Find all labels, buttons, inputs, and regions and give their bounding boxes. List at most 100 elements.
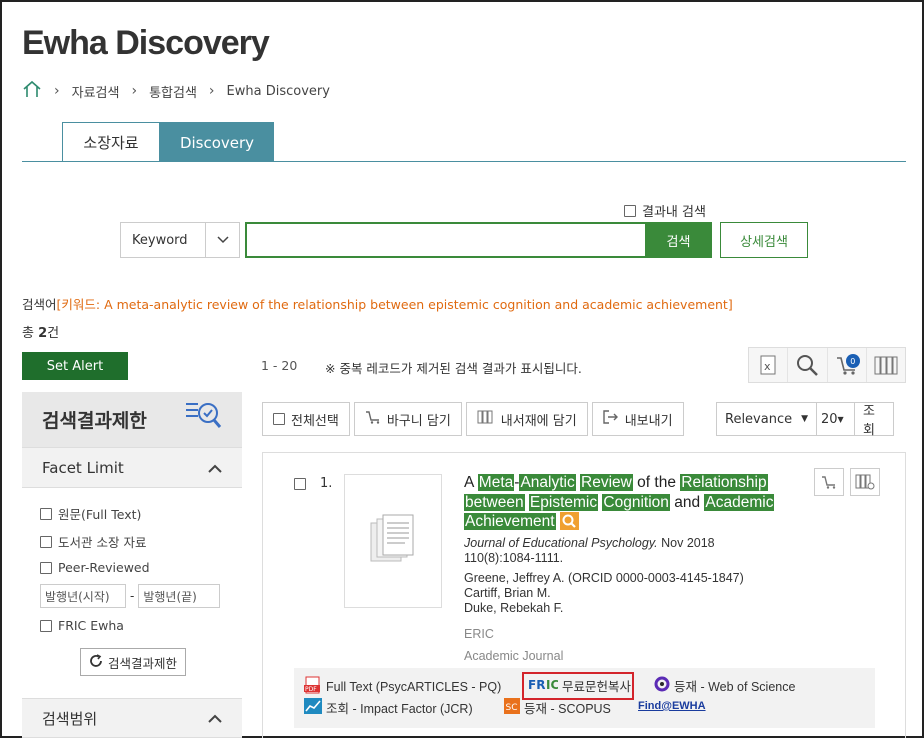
- journal-name: Journal of Educational Psychology.: [464, 536, 658, 550]
- select-all-label: 전체선택: [291, 413, 339, 429]
- dedupe-note: ※ 중복 레코드가 제거된 검색 결과가 표시됩니다.: [325, 361, 582, 376]
- chevron-up-icon[interactable]: [208, 459, 222, 477]
- breadcrumb-item[interactable]: Ewha Discovery: [227, 84, 330, 99]
- within-results-checkbox[interactable]: [624, 204, 636, 217]
- page-title: Ewha Discovery: [22, 24, 270, 62]
- search-within-results[interactable]: 결과내 검색: [624, 201, 706, 220]
- facet-option-label: 원문(Full Text): [58, 507, 142, 522]
- source-info: ERIC Academic Journal: [464, 623, 563, 667]
- facet-option[interactable]: 원문(Full Text): [40, 504, 224, 523]
- result-checkbox[interactable]: [294, 477, 306, 490]
- sort-select[interactable]: Relevance ▼: [717, 403, 817, 435]
- result-toolbar: 전체선택 바구니 담기 내서재에 담기 내보내기: [262, 402, 684, 436]
- result-shelf-button[interactable]: [850, 468, 880, 496]
- search-input[interactable]: [245, 222, 647, 258]
- full-text-link[interactable]: PDF Full Text (PsycARTICLES - PQ): [304, 676, 501, 697]
- add-to-cart-label: 바구니 담기: [386, 413, 451, 429]
- refresh-icon: [89, 653, 103, 671]
- chart-icon: [304, 698, 322, 717]
- advanced-search-button[interactable]: 상세검색: [720, 222, 808, 258]
- result-number: 1.: [294, 476, 332, 491]
- svg-text:SC: SC: [506, 703, 518, 713]
- sort-value: Relevance: [725, 411, 793, 427]
- facet-checkbox[interactable]: [40, 561, 52, 574]
- wos-link[interactable]: 등재 - Web of Science: [654, 676, 795, 695]
- total-prefix: 총: [22, 326, 39, 341]
- preview-search-icon[interactable]: [559, 511, 579, 530]
- facet-checkbox[interactable]: [40, 507, 52, 520]
- facet-panel-title: 검색결과제한: [42, 410, 147, 432]
- jcr-label: 조회 - Impact Factor (JCR): [326, 702, 473, 716]
- highlighted-term: Review: [580, 474, 633, 491]
- cart-icon[interactable]: 0: [828, 348, 867, 382]
- query-summary-label: 검색어: [22, 297, 57, 312]
- result-range: 1 - 20: [261, 358, 298, 373]
- tab-holdings[interactable]: 소장자료: [62, 122, 160, 162]
- search-scope-header[interactable]: 검색범위: [22, 698, 242, 738]
- search-icon[interactable]: [788, 348, 828, 382]
- scopus-link[interactable]: SC 등재 - SCOPUS: [504, 698, 611, 717]
- facet-option-label: 도서관 소장 자료: [58, 535, 147, 550]
- author: Cartiff, Brian M.: [464, 586, 551, 600]
- highlighted-term: Relationship: [680, 474, 768, 491]
- year-to-input[interactable]: 발행년(끝): [138, 584, 221, 608]
- volume-pages: 110(8):1084-1111.: [464, 551, 564, 565]
- author: Duke, Rebekah F.: [464, 601, 564, 615]
- result-title-text[interactable]: A Meta-Analytic Review of the Relationsh…: [464, 474, 775, 530]
- facet-panel-header: 검색결과제한: [22, 392, 242, 448]
- search-filter-icon: [184, 400, 222, 435]
- facet-option[interactable]: FRIC Ewha: [40, 618, 224, 633]
- caret-down-icon: ▼: [801, 414, 808, 424]
- export-button[interactable]: 내보내기: [591, 402, 684, 436]
- total-count: 총 2건: [22, 322, 59, 341]
- facet-option[interactable]: 도서관 소장 자료: [40, 532, 224, 551]
- select-all-checkbox[interactable]: [273, 413, 285, 425]
- highlighted-term: between: [464, 493, 525, 511]
- result-cart-button[interactable]: [814, 468, 844, 496]
- facet-panel: 검색결과제한 Facet Limit 원문(Full Text) 도서관 소장 …: [22, 392, 242, 738]
- year-dash: -: [130, 589, 135, 603]
- add-to-shelf-button[interactable]: 내서재에 담기: [465, 402, 588, 436]
- chevron-up-icon[interactable]: [208, 709, 222, 727]
- document-type: Academic Journal: [464, 649, 564, 663]
- title-fragment: A: [464, 474, 478, 491]
- facet-checkbox[interactable]: [40, 535, 52, 548]
- scopus-icon: SC: [504, 698, 520, 717]
- excel-export-icon[interactable]: x: [749, 348, 789, 382]
- query-summary-text: [키워드: A meta-analytic review of the rela…: [56, 297, 733, 312]
- facet-limit-header[interactable]: Facet Limit: [22, 448, 242, 488]
- add-to-cart-button[interactable]: 바구니 담기: [353, 402, 462, 436]
- per-page-select[interactable]: 20 ▼: [817, 403, 855, 435]
- tab-discovery[interactable]: Discovery: [160, 122, 274, 162]
- year-from-input[interactable]: 발행년(시작): [40, 584, 126, 608]
- search-button[interactable]: 검색: [645, 222, 712, 258]
- chevron-right-icon: ›: [131, 83, 138, 99]
- facet-checkbox[interactable]: [40, 619, 52, 632]
- apply-limit-button[interactable]: 검색결과제한: [80, 648, 186, 676]
- citation: Journal of Educational Psychology. Nov 2…: [464, 536, 715, 566]
- facet-option[interactable]: Peer-Reviewed: [40, 560, 224, 575]
- title-fragment: and: [669, 493, 705, 511]
- breadcrumb-item[interactable]: 통합검색: [149, 82, 197, 101]
- svg-text:x: x: [764, 360, 771, 373]
- set-alert-button[interactable]: Set Alert: [22, 352, 128, 380]
- result-title[interactable]: A Meta-Analytic Review of the Relationsh…: [464, 473, 804, 532]
- breadcrumb-item[interactable]: 자료검색: [72, 82, 120, 101]
- per-page-value: 20: [821, 411, 838, 427]
- home-icon[interactable]: [22, 80, 42, 102]
- facet-limit-body: 원문(Full Text) 도서관 소장 자료 Peer-Reviewed 발행…: [22, 488, 242, 698]
- bookshelf-icon[interactable]: [867, 348, 905, 382]
- within-results-label: 결과내 검색: [642, 205, 706, 220]
- highlighted-term: Epistemic: [528, 493, 599, 511]
- search-field-select[interactable]: Keyword: [120, 222, 240, 258]
- scopus-label: 등재 - SCOPUS: [524, 702, 611, 716]
- cart-icon: [822, 476, 836, 489]
- facet-option-label: Peer-Reviewed: [58, 560, 150, 575]
- view-button[interactable]: 조회: [855, 403, 893, 438]
- authors: Greene, Jeffrey A. (ORCID 0000-0003-4145…: [464, 571, 744, 616]
- find-ewha-link[interactable]: Find@EWHA: [638, 700, 706, 712]
- add-to-shelf-label: 내서재에 담기: [500, 413, 577, 429]
- select-all-button[interactable]: 전체선택: [262, 402, 350, 436]
- jcr-link[interactable]: 조회 - Impact Factor (JCR): [304, 698, 473, 717]
- document-thumbnail[interactable]: [344, 474, 442, 608]
